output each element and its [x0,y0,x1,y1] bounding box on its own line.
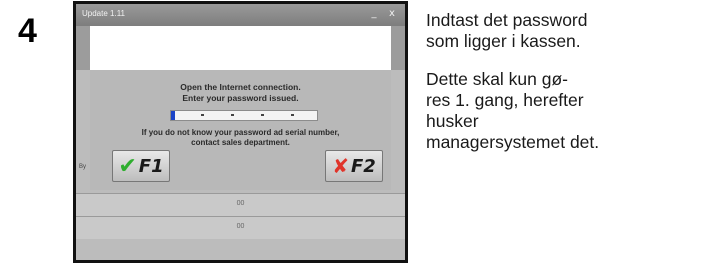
caption-paragraph-2: Dette skal kun gø- res 1. gang, herefter… [426,69,600,152]
field-separator [201,114,204,116]
status-text-lower: 00 [236,223,245,230]
step-number: 4 [18,12,37,50]
band-edge-right [391,26,405,70]
title-bar: Update 1.11 _ x [76,4,405,26]
password-input[interactable] [170,110,318,121]
field-separator [231,114,234,116]
side-label: By [79,164,87,170]
help-text: If you do not know your password ad seri… [141,128,340,147]
checkmark-icon: ✔ [118,153,137,179]
f2-cancel-button[interactable]: ✘ F2 [325,150,383,182]
header-band [76,26,405,70]
status-text-upper: 00 [236,200,245,207]
status-bar-upper: 00 [76,193,405,216]
f1-confirm-button[interactable]: ✔ F1 [112,150,170,182]
text-caret [171,111,175,120]
minimize-button[interactable]: _ [367,7,381,21]
status-bar-lower: 00 [76,216,405,239]
band-edge-left [76,26,90,70]
field-separator [261,114,264,116]
f1-label: F1 [138,155,164,177]
close-button[interactable]: x [385,7,399,21]
screenshot-frame: Update 1.11 _ x Open the Internet connec… [73,1,408,263]
cross-icon: ✘ [332,154,349,178]
password-prompt: Open the Internet connection. Enter your… [90,70,391,190]
field-separator [291,114,294,116]
window-title: Update 1.11 [82,9,125,18]
f2-label: F2 [350,155,376,177]
instructions-text: Open the Internet connection. Enter your… [180,82,301,103]
caption-paragraph-1: Indtast det password som ligger i kassen… [426,10,588,51]
password-dialog-window: Update 1.11 _ x Open the Internet connec… [76,4,405,260]
caption: Indtast det password som ligger i kassen… [426,10,711,170]
